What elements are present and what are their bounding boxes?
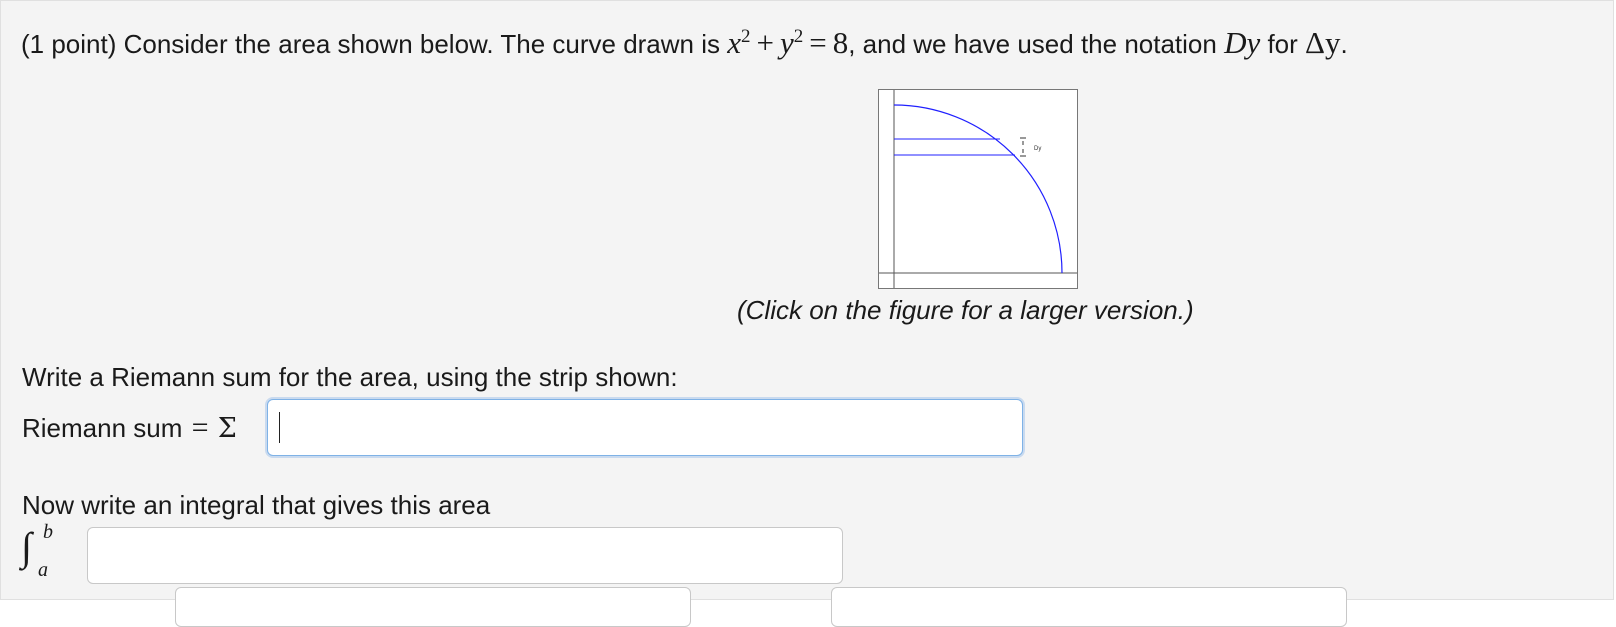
eq-y: y	[779, 25, 794, 60]
integral-symbol: ∫	[21, 524, 32, 569]
problem-panel: (1 point) Consider the area shown below.…	[0, 0, 1614, 627]
text-caret	[279, 412, 280, 443]
eq-x: x	[727, 25, 741, 60]
eq-equals: =	[809, 25, 827, 60]
riemann-label: Riemann sum = Σ	[22, 411, 237, 445]
upper-limit-input[interactable]	[831, 587, 1347, 627]
curve-equation: x2 + y2 = 8	[727, 25, 848, 60]
circle-curve	[893, 104, 1063, 274]
eq-rhs: 8	[832, 25, 849, 60]
problem-for: for	[1260, 29, 1306, 59]
problem-prefix: (1 point) Consider the area shown below.…	[21, 29, 728, 59]
integral-symbol-group: ∫ b a	[21, 521, 71, 585]
problem-end: .	[1340, 29, 1348, 59]
riemann-sum-input[interactable]	[267, 399, 1023, 456]
notation-delta-y: Δy	[1305, 25, 1341, 60]
integrand-input[interactable]	[87, 527, 843, 584]
lower-limit-input[interactable]	[175, 587, 691, 627]
eq-y-exp: 2	[793, 26, 804, 47]
notation-dy: Dy	[1224, 25, 1261, 60]
problem-middle: , and we have used the notation	[848, 29, 1225, 59]
area-figure-svg: Dy	[879, 90, 1077, 288]
sigma-symbol: Σ	[217, 413, 237, 444]
figure-caption: (Click on the figure for a larger versio…	[737, 295, 1194, 325]
area-figure[interactable]: Dy	[878, 89, 1078, 289]
problem-statement: (1 point) Consider the area shown below.…	[21, 25, 1348, 61]
riemann-prompt: Write a Riemann sum for the area, using …	[22, 362, 678, 392]
dy-label: Dy	[1034, 146, 1041, 152]
eq-plus: +	[756, 25, 774, 60]
integral-prompt: Now write an integral that gives this ar…	[22, 490, 491, 520]
integral-lower-limit: a	[38, 559, 48, 581]
integral-upper-limit: b	[43, 521, 53, 543]
eq-x-exp: 2	[741, 26, 751, 47]
riemann-equals: =	[191, 411, 209, 444]
riemann-label-text: Riemann sum	[22, 413, 190, 443]
